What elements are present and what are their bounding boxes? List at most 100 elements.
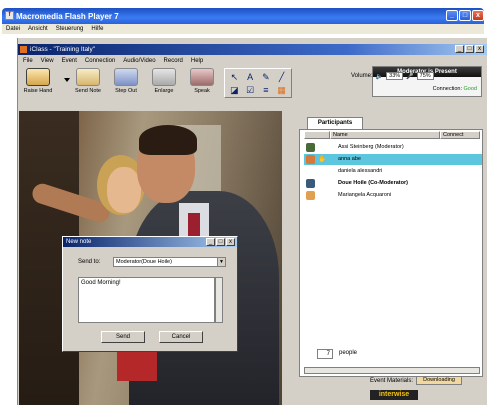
enlarge-button[interactable]: Enlarge xyxy=(146,68,182,94)
iclass-minimize-button[interactable]: _ xyxy=(455,45,464,53)
lines-icon[interactable]: ≡ xyxy=(259,84,274,96)
participant-row[interactable]: daniela alessandri xyxy=(304,166,482,177)
note-message-scrollbar[interactable] xyxy=(215,277,223,323)
participant-name: anna abe xyxy=(338,156,361,162)
menu-view[interactable]: View xyxy=(41,58,54,64)
enlarge-label: Enlarge xyxy=(154,88,174,94)
event-materials-label: Event Materials: xyxy=(370,377,414,384)
flash-player-titlebar: f Macromedia Flash Player 7 _ □ x xyxy=(2,8,484,24)
maximize-button[interactable]: □ xyxy=(459,10,471,21)
menu-event[interactable]: Event xyxy=(62,58,77,64)
participant-count-label: people xyxy=(339,350,358,356)
flash-menubar: Datei Ansicht Steuerung Hilfe xyxy=(2,24,484,34)
raise-hand-button[interactable]: Raise Hand xyxy=(20,68,56,94)
tab-participants[interactable]: Participants xyxy=(307,117,363,129)
mic-level-select[interactable]: 75% xyxy=(416,72,434,80)
note-maximize-button[interactable]: □ xyxy=(216,238,225,246)
iclass-close-button[interactable]: x xyxy=(475,45,484,53)
event-materials-row: Event Materials: Downloading xyxy=(370,376,463,385)
chevron-down-icon[interactable]: ▼ xyxy=(217,258,225,266)
avatar-icon xyxy=(306,143,315,152)
participants-panel: Participants Name Connect Assi Steinberg… xyxy=(289,111,485,405)
flash-player-title: Macromedia Flash Player 7 xyxy=(16,11,119,21)
line-icon[interactable]: ╱ xyxy=(274,71,289,83)
raise-hand-icon xyxy=(26,68,50,86)
send-button[interactable]: Send xyxy=(101,331,145,343)
step-out-label: Step Out xyxy=(115,88,137,94)
close-button[interactable]: x xyxy=(472,10,484,21)
step-out-icon xyxy=(114,68,138,86)
participant-count: 7 xyxy=(317,349,333,359)
participant-name: Mariangela Acquaroni xyxy=(338,192,392,198)
participant-name: Doue Hoile (Co-Moderator) xyxy=(338,180,408,186)
participants-hscrollbar[interactable] xyxy=(304,367,480,374)
column-connect[interactable]: Connect xyxy=(440,131,480,139)
speak-label: Speak xyxy=(194,88,210,94)
column-name[interactable]: Name xyxy=(330,131,440,139)
send-to-value: Moderator(Doue Hoile) xyxy=(116,259,172,265)
check-icon[interactable]: ☑ xyxy=(243,84,258,96)
menu-help[interactable]: Help xyxy=(191,58,203,64)
speak-icon xyxy=(190,68,214,86)
volume-label: Volume: xyxy=(351,73,373,79)
avatar-icon xyxy=(306,155,315,164)
send-to-select[interactable]: Moderator(Doue Hoile) ▼ xyxy=(113,257,226,267)
iclass-menubar: File View Event Connection Audio/Video R… xyxy=(18,56,487,65)
menu-connection[interactable]: Connection xyxy=(85,58,115,64)
note-message-input[interactable]: Good Morning! xyxy=(78,277,215,323)
avatar-icon xyxy=(306,191,315,200)
video-figure xyxy=(107,167,141,213)
participant-row[interactable]: Assi Steinberg (Moderator) xyxy=(304,142,482,153)
participant-row[interactable]: Doue Hoile (Co-Moderator) xyxy=(304,178,482,189)
step-out-button[interactable]: Step Out xyxy=(108,68,144,94)
video-figure xyxy=(139,125,197,155)
volume-select[interactable]: 33% xyxy=(386,72,404,80)
menu-steuerung[interactable]: Steuerung xyxy=(56,26,84,32)
note-minimize-button[interactable]: _ xyxy=(206,238,215,246)
participants-list: Name Connect Assi Steinberg (Moderator) … xyxy=(299,129,483,377)
iclass-title: iClass - "Training Italy" xyxy=(30,46,96,53)
raised-hand-icon: ✋ xyxy=(318,156,327,163)
avatar-icon xyxy=(306,179,315,188)
cancel-button[interactable]: Cancel xyxy=(159,331,203,343)
volume-controls: Volume: 🔈 33% 🎤 75% xyxy=(351,72,434,80)
minimize-button[interactable]: _ xyxy=(446,10,458,21)
participant-row[interactable]: Mariangela Acquaroni xyxy=(304,190,482,201)
participant-name: daniela alessandri xyxy=(338,168,383,174)
pen-icon[interactable]: ✎ xyxy=(259,71,274,83)
connection-label: Connection: xyxy=(432,86,462,92)
menu-hilfe[interactable]: Hilfe xyxy=(91,26,103,32)
new-note-titlebar: New note _ □ x xyxy=(63,237,237,247)
downloading-button[interactable]: Downloading xyxy=(416,376,463,385)
flash-player-window: f Macromedia Flash Player 7 _ □ x Datei … xyxy=(0,0,487,405)
connection-status: Connection: Good xyxy=(433,86,477,92)
new-note-title: New note xyxy=(66,239,92,245)
send-note-button[interactable]: Send Note xyxy=(70,68,106,94)
iclass-app-icon xyxy=(20,46,27,53)
new-note-dialog: New note _ □ x Send to: Moderator(Doue H… xyxy=(62,236,238,352)
text-icon[interactable]: A xyxy=(243,71,258,83)
note-close-button[interactable]: x xyxy=(226,238,235,246)
participant-row[interactable]: ✋ anna abe xyxy=(304,154,482,165)
interwise-logo: interwise xyxy=(370,390,418,400)
menu-datei[interactable]: Datei xyxy=(6,26,20,32)
select-arrow-icon[interactable]: ↖ xyxy=(227,71,242,83)
color-icon[interactable]: ▦ xyxy=(274,84,289,96)
send-to-label: Send to: xyxy=(78,259,101,265)
send-note-label: Send Note xyxy=(75,88,101,94)
column-icon[interactable] xyxy=(304,131,330,139)
eraser-icon[interactable]: ◪ xyxy=(227,84,242,96)
menu-file[interactable]: File xyxy=(23,58,33,64)
iclass-titlebar: iClass - "Training Italy" _ □ x xyxy=(18,44,487,55)
speak-button[interactable]: Speak xyxy=(184,68,220,94)
send-note-icon xyxy=(76,68,100,86)
moderator-status-panel: Moderator is Present Connection: Good xyxy=(372,66,482,97)
enlarge-icon xyxy=(152,68,176,86)
drawing-palette: ↖ A ✎ ╱ ◪ ☑ ≡ ▦ xyxy=(224,68,292,98)
menu-audio-video[interactable]: Audio/Video xyxy=(123,58,155,64)
participant-name: Assi Steinberg (Moderator) xyxy=(338,144,404,150)
menu-ansicht[interactable]: Ansicht xyxy=(28,26,48,32)
flash-app-icon: f xyxy=(5,11,14,20)
iclass-maximize-button[interactable]: □ xyxy=(465,45,474,53)
menu-record[interactable]: Record xyxy=(164,58,183,64)
